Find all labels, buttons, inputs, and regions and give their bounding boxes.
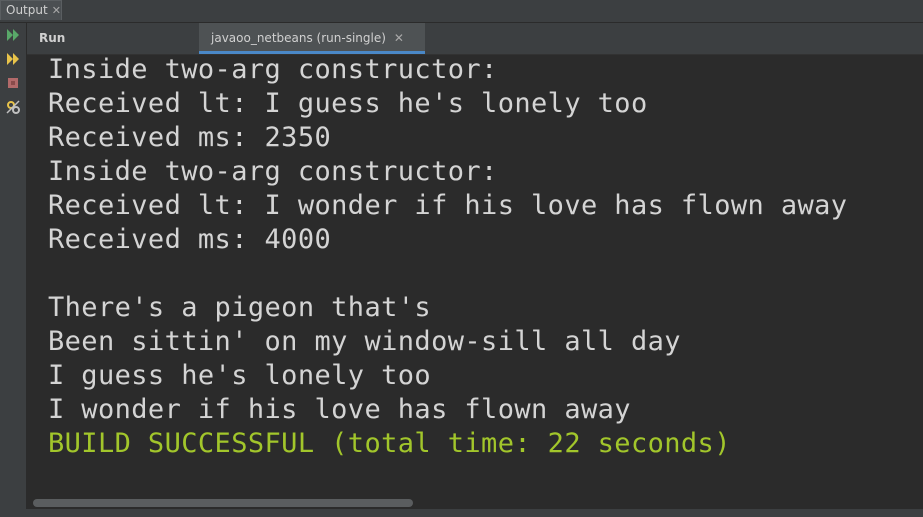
console-line: Received ms: 2350 xyxy=(48,122,332,153)
run-tabs: Run (ColorsAndLines)✕ javaoo_netbeans (r… xyxy=(27,23,923,76)
console-line: I guess he's lonely too xyxy=(48,360,432,391)
close-icon[interactable]: ✕ xyxy=(52,4,61,17)
console-line: Been sittin' on my window-sill all day xyxy=(48,326,681,357)
output-tab[interactable]: Output ✕ xyxy=(0,0,62,20)
tab-run-colorsandlines[interactable]: Run (ColorsAndLines)✕ xyxy=(27,23,199,76)
console-line: Inside two-arg constructor: xyxy=(48,55,498,85)
console-output[interactable]: Inside two-arg constructor: Received lt:… xyxy=(27,55,923,497)
settings-icon[interactable] xyxy=(5,99,21,115)
build-status-line: BUILD SUCCESSFUL (total time: 22 seconds… xyxy=(48,428,731,459)
status-bar xyxy=(0,509,923,517)
horizontal-scrollbar[interactable] xyxy=(27,497,923,509)
close-icon[interactable]: ✕ xyxy=(394,31,404,45)
console-line: There's a pigeon that's xyxy=(48,292,432,323)
output-panel-header: Output ✕ xyxy=(0,0,923,23)
rerun-icon[interactable] xyxy=(5,27,21,43)
output-tab-label: Output xyxy=(6,3,48,17)
console-line: Received ms: 4000 xyxy=(48,224,332,255)
console-line: I wonder if his love has flown away xyxy=(48,394,631,425)
scrollbar-thumb[interactable] xyxy=(33,499,413,507)
stop-icon[interactable] xyxy=(5,75,21,91)
console-line: Inside two-arg constructor: xyxy=(48,156,498,187)
console-toolbar xyxy=(0,23,27,517)
tab-javaoo-netbeans[interactable]: javaoo_netbeans (run-single) ✕ xyxy=(199,23,425,54)
console-line: Received lt: I guess he's lonely too xyxy=(48,88,648,119)
tab-label: javaoo_netbeans (run-single) xyxy=(211,31,386,45)
console-line: Received lt: I wonder if his love has fl… xyxy=(48,190,848,221)
rerun-with-options-icon[interactable] xyxy=(5,51,21,67)
